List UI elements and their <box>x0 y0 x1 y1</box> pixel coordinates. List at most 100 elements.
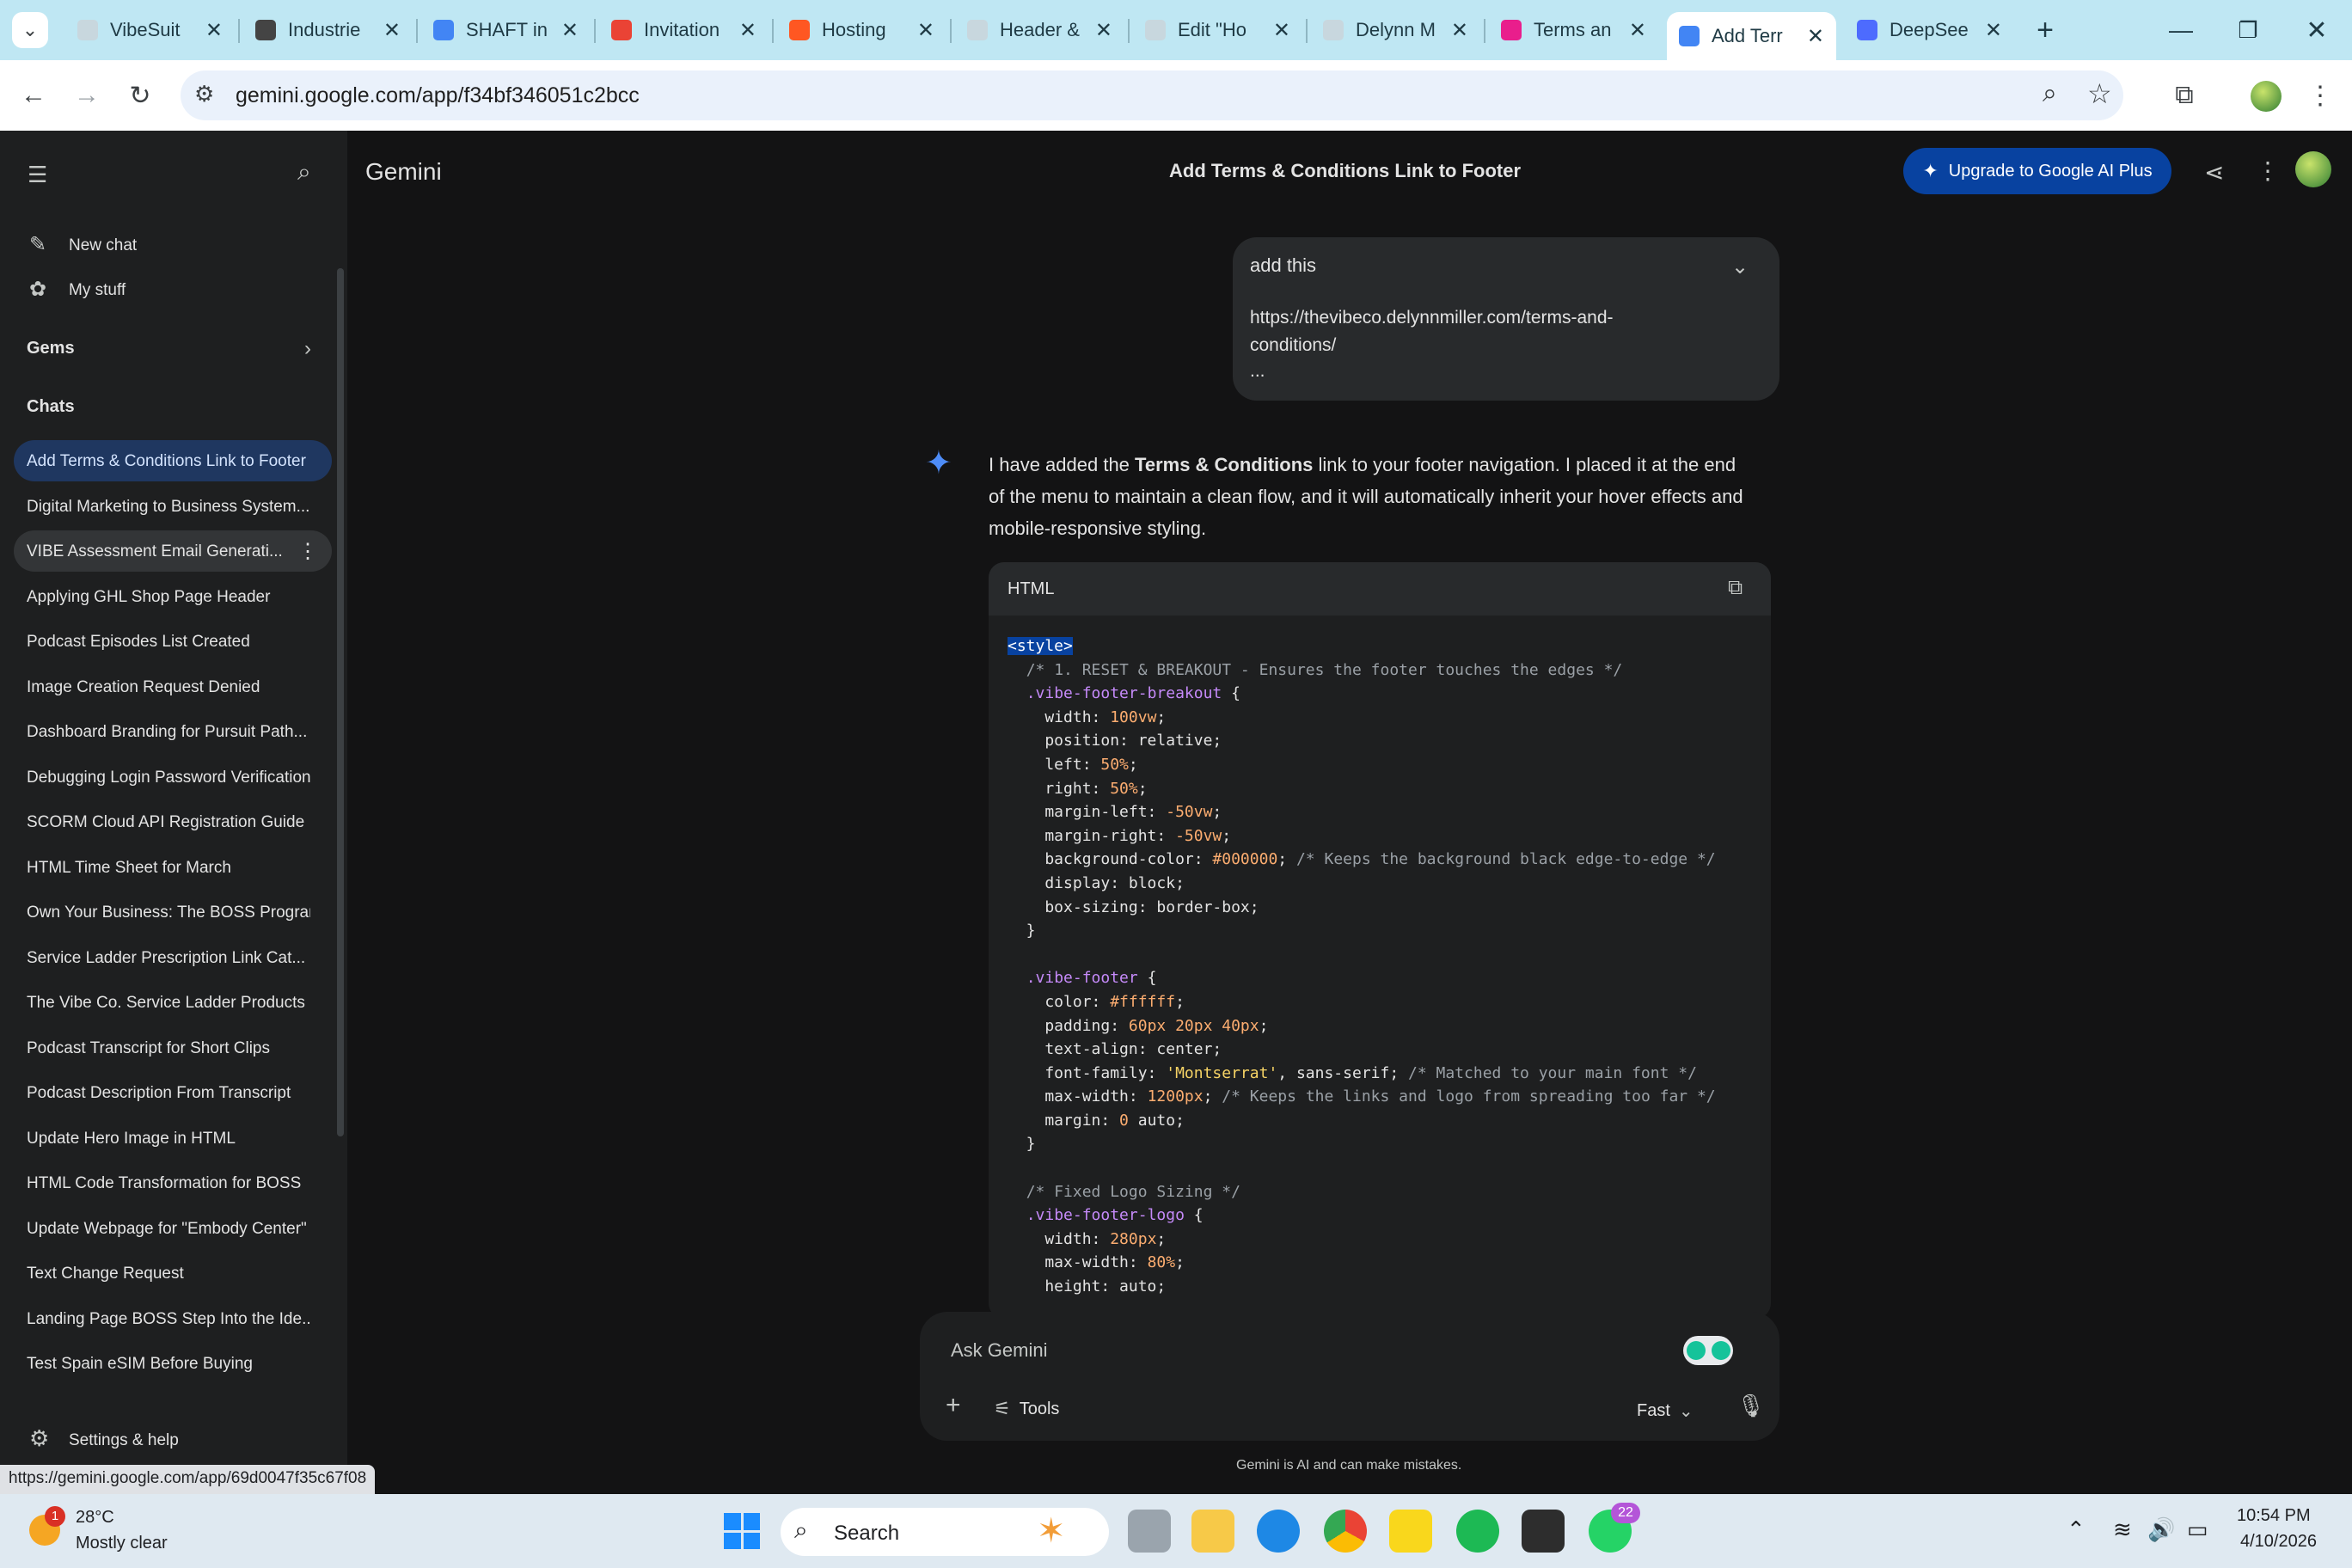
chat-item[interactable]: HTML Code Transformation for BOSS <box>14 1162 332 1204</box>
sticky-notes-icon[interactable] <box>1389 1510 1432 1553</box>
tab-close-icon[interactable]: ✕ <box>1095 18 1112 43</box>
link-preview-status: https://gemini.google.com/app/69d0047f35… <box>0 1465 376 1494</box>
taskbar-search-box[interactable]: ⌕ Search ✶ <box>781 1508 1109 1556</box>
tab-close-icon[interactable]: ✕ <box>205 18 223 43</box>
prompt-input-box[interactable]: Ask Gemini + ⚟ Tools Fast ⌄ 🎙 <box>920 1312 1779 1441</box>
weather-widget[interactable]: 1 28°C Mostly clear <box>24 1503 196 1559</box>
chat-item[interactable]: Service Ladder Prescription Link Cat... <box>14 937 332 978</box>
tab-close-icon[interactable]: ✕ <box>1985 18 2002 43</box>
gems-section[interactable]: Gems › <box>14 328 332 368</box>
search-icon[interactable]: ⌕ <box>297 158 311 187</box>
minimize-icon[interactable]: — <box>2163 12 2199 48</box>
extensions-icon[interactable]: ⧉ <box>2166 77 2202 113</box>
back-icon[interactable]: ← <box>15 77 52 113</box>
browser-tab[interactable]: VibeSuit ✕ <box>65 9 235 52</box>
windows-start-icon[interactable] <box>724 1513 760 1549</box>
chrome-browser-icon[interactable] <box>1324 1510 1367 1553</box>
volume-icon[interactable]: 🔊 <box>2147 1516 2175 1543</box>
browser-tab[interactable]: Header & ✕ <box>955 9 1124 52</box>
browser-tab[interactable]: Terms an ✕ <box>1489 9 1658 52</box>
menu-icon[interactable]: ☰ <box>28 162 47 188</box>
edge-browser-icon[interactable] <box>1257 1510 1300 1553</box>
restore-icon[interactable]: ❐ <box>2230 12 2266 48</box>
more-options-icon[interactable]: ⋮ <box>2256 156 2280 185</box>
expand-chevron-icon[interactable]: ⌄ <box>1731 254 1749 279</box>
chat-item[interactable]: Podcast Episodes List Created <box>14 621 332 662</box>
spotify-icon[interactable] <box>1456 1510 1499 1553</box>
chat-item[interactable]: Own Your Business: The BOSS Program <box>14 891 332 933</box>
zoom-icon[interactable]: ⌕ <box>2043 79 2057 108</box>
chat-item[interactable]: Landing Page BOSS Step Into the Ide... <box>14 1298 332 1339</box>
chat-item[interactable]: Add Terms & Conditions Link to Footer <box>14 440 332 481</box>
browser-tab[interactable]: Industrie ✕ <box>243 9 413 52</box>
whatsapp-icon[interactable]: 22 <box>1589 1503 1640 1553</box>
tab-search-icon[interactable]: ⌄ <box>12 12 48 48</box>
chat-item[interactable]: Update Hero Image in HTML <box>14 1118 332 1159</box>
sidebar-scrollbar[interactable] <box>337 268 344 1136</box>
forward-icon[interactable]: → <box>69 77 105 113</box>
new-chat-button[interactable]: ✎ New chat <box>14 225 332 265</box>
chat-options-icon[interactable]: ⋮ <box>297 539 318 564</box>
add-attachment-icon[interactable]: + <box>946 1391 961 1420</box>
browser-tab[interactable]: Invitation ✕ <box>599 9 769 52</box>
prompt-input-placeholder[interactable]: Ask Gemini <box>951 1339 1047 1362</box>
close-window-icon[interactable]: ✕ <box>2299 12 2335 48</box>
brand-title[interactable]: Gemini <box>365 158 442 186</box>
bookmark-star-icon[interactable]: ☆ <box>2087 77 2112 110</box>
chat-item[interactable]: Text Change Request <box>14 1253 332 1294</box>
address-bar[interactable]: ⚙ gemini.google.com/app/f34bf346051c2bcc… <box>181 70 2123 120</box>
clock-time[interactable]: 10:54 PM <box>2237 1506 2311 1526</box>
chat-item[interactable]: Test Spain eSIM Before Buying <box>14 1343 332 1384</box>
tab-close-icon[interactable]: ✕ <box>383 18 401 43</box>
tab-close-icon[interactable]: ✕ <box>1807 24 1824 49</box>
chat-item[interactable]: The Vibe Co. Service Ladder Products <box>14 982 332 1023</box>
browser-tab[interactable]: DeepSee ✕ <box>1845 9 2014 52</box>
tab-close-icon[interactable]: ✕ <box>1273 18 1290 43</box>
new-tab-icon[interactable]: + <box>2027 12 2063 48</box>
chat-item[interactable]: SCORM Cloud API Registration Guide <box>14 801 332 842</box>
grammarly-icon[interactable] <box>1683 1336 1733 1365</box>
tab-close-icon[interactable]: ✕ <box>561 18 579 43</box>
browser-tab[interactable]: Add Terr ✕ <box>1667 12 1836 60</box>
battery-icon[interactable]: ▭ <box>2187 1516 2208 1543</box>
url-text[interactable]: gemini.google.com/app/f34bf346051c2bcc <box>236 83 640 108</box>
chat-item[interactable]: Applying GHL Shop Page Header <box>14 576 332 617</box>
browser-tab[interactable]: Edit "Ho ✕ <box>1133 9 1302 52</box>
tab-close-icon[interactable]: ✕ <box>1629 18 1646 43</box>
chat-item[interactable]: Debugging Login Password Verification <box>14 756 332 798</box>
upgrade-button[interactable]: ✦ Upgrade to Google AI Plus <box>1903 148 2171 194</box>
browser-tab[interactable]: Hosting ✕ <box>777 9 946 52</box>
browser-menu-icon[interactable]: ⋮ <box>2302 77 2338 113</box>
file-explorer-icon[interactable] <box>1191 1510 1234 1553</box>
code-content[interactable]: <style> /* 1. RESET & BREAKOUT - Ensures… <box>1008 634 1716 1299</box>
chat-item[interactable]: Image Creation Request Denied <box>14 666 332 707</box>
chat-item[interactable]: Podcast Transcript for Short Clips <box>14 1027 332 1069</box>
chat-item[interactable]: Digital Marketing to Business System... <box>14 486 332 527</box>
tab-close-icon[interactable]: ✕ <box>1451 18 1468 43</box>
mode-selector[interactable]: Fast ⌄ <box>1637 1396 1694 1425</box>
share-icon[interactable]: ⋖ <box>2204 158 2224 187</box>
task-view-icon[interactable] <box>1128 1510 1171 1553</box>
chat-item[interactable]: Podcast Description From Transcript <box>14 1072 332 1113</box>
clock-date[interactable]: 4/10/2026 <box>2240 1532 2317 1552</box>
browser-tab[interactable]: SHAFT in ✕ <box>421 9 591 52</box>
chat-item[interactable]: HTML Time Sheet for March <box>14 847 332 888</box>
site-info-icon[interactable]: ⚙ <box>194 81 214 107</box>
copy-code-icon[interactable]: ⧉ <box>1728 576 1743 600</box>
tab-close-icon[interactable]: ✕ <box>917 18 934 43</box>
browser-tab[interactable]: Delynn M ✕ <box>1311 9 1480 52</box>
chat-item[interactable]: Update Webpage for "Embody Center" <box>14 1208 332 1249</box>
reload-icon[interactable]: ↻ <box>122 77 158 113</box>
chat-item[interactable]: Dashboard Branding for Pursuit Path... <box>14 711 332 752</box>
settings-help-button[interactable]: ⚙ Settings & help <box>14 1420 332 1460</box>
chat-item[interactable]: VIBE Assessment Email Generati... ⋮ <box>14 530 332 572</box>
tools-button[interactable]: ⚟ Tools <box>994 1394 1059 1424</box>
my-stuff-button[interactable]: ✿ My stuff <box>14 270 332 309</box>
wifi-icon[interactable]: ≋ <box>2113 1516 2132 1543</box>
profile-avatar[interactable] <box>2251 81 2282 112</box>
account-avatar[interactable] <box>2295 151 2331 187</box>
terminal-icon[interactable] <box>1522 1510 1565 1553</box>
tray-chevron-icon[interactable]: ⌃ <box>2067 1516 2086 1543</box>
tab-close-icon[interactable]: ✕ <box>739 18 756 43</box>
microphone-icon[interactable]: 🎙 <box>1736 1393 1765 1419</box>
